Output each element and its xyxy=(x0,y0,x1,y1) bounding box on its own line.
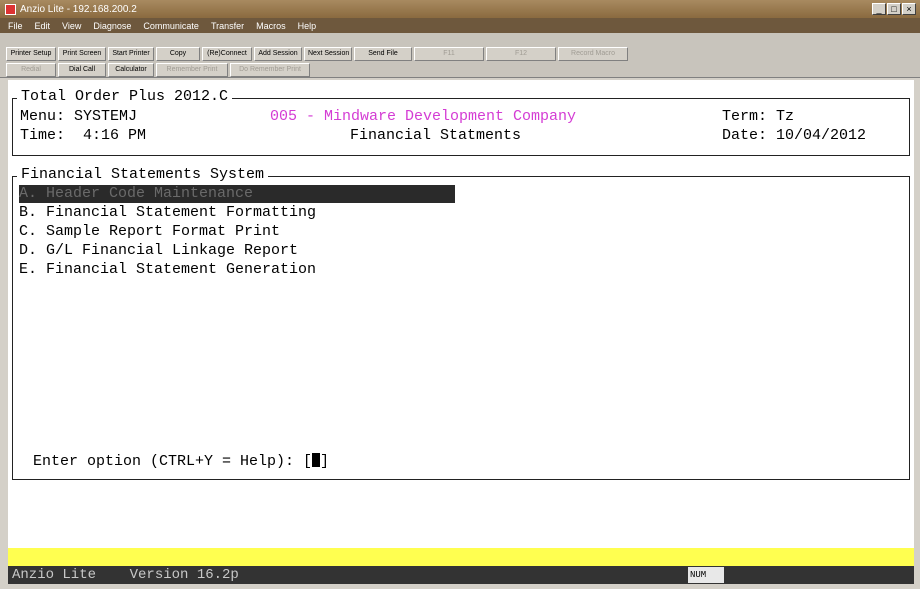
header-title: Total Order Plus 2012.C xyxy=(17,88,233,105)
menu-code: Menu: SYSTEMJ xyxy=(20,108,138,125)
menu-diagnose[interactable]: Diagnose xyxy=(93,21,131,31)
time-display: Time: 4:16 PM xyxy=(20,127,147,144)
print-screen-button[interactable]: Print Screen xyxy=(58,47,106,61)
record-macro-button[interactable]: Record Macro xyxy=(558,47,628,61)
menu-title: Financial Statements System xyxy=(17,166,269,183)
menu-option-c[interactable]: C. Sample Report Format Print xyxy=(19,223,280,241)
prompt-label: Enter option (CTRL+Y = Help): [ xyxy=(33,453,313,470)
dial-call-button[interactable]: Dial Call xyxy=(58,63,106,77)
text-cursor xyxy=(312,453,321,467)
screen-name: Financial Statments xyxy=(350,127,522,144)
menu-bar: File Edit View Diagnose Communicate Tran… xyxy=(0,18,920,33)
menu-box: Financial Statements System A. Header Co… xyxy=(12,166,910,480)
menu-option-a[interactable]: A. Header Code Maintenance xyxy=(19,185,455,203)
num-lock-indicator: NUM xyxy=(688,567,724,583)
reconnect-button[interactable]: (Re)Connect xyxy=(202,47,252,61)
terminal-id: Term: Tz xyxy=(722,108,795,125)
maximize-button[interactable]: □ xyxy=(887,3,901,15)
prompt-end: ] xyxy=(320,453,330,470)
menu-option-b[interactable]: B. Financial Statement Formatting xyxy=(19,204,316,222)
title-bar: Anzio Lite - 192.168.200.2 _ □ × xyxy=(0,0,920,18)
remember-print-button[interactable]: Remember Print xyxy=(156,63,228,77)
redial-button[interactable]: Redial xyxy=(6,63,56,77)
next-session-button[interactable]: Next Session xyxy=(304,47,352,61)
message-line xyxy=(8,548,914,566)
option-prompt[interactable]: Enter option (CTRL+Y = Help): [] xyxy=(33,453,329,471)
calculator-button[interactable]: Calculator xyxy=(108,63,154,77)
copy-button[interactable]: Copy xyxy=(156,47,200,61)
menu-edit[interactable]: Edit xyxy=(35,21,51,31)
menu-file[interactable]: File xyxy=(8,21,23,31)
menu-view[interactable]: View xyxy=(62,21,81,31)
send-file-button[interactable]: Send File xyxy=(354,47,412,61)
menu-transfer[interactable]: Transfer xyxy=(211,21,244,31)
do-remember-print-button[interactable]: Do Remember Print xyxy=(230,63,310,77)
window-title: Anzio Lite - 192.168.200.2 xyxy=(20,3,137,15)
menu-help[interactable]: Help xyxy=(298,21,317,31)
company-name: 005 - Mindware Development Company xyxy=(270,108,577,125)
date-display: Date: 10/04/2012 xyxy=(722,127,867,144)
printer-setup-button[interactable]: Printer Setup xyxy=(6,47,56,61)
app-icon xyxy=(5,3,16,15)
start-printer-button[interactable]: Start Printer xyxy=(108,47,154,61)
add-session-button[interactable]: Add Session xyxy=(254,47,302,61)
toolbar: Printer Setup Print Screen Start Printer… xyxy=(0,33,920,78)
menu-communicate[interactable]: Communicate xyxy=(143,21,199,31)
app-version: Anzio Lite Version 16.2p xyxy=(12,567,239,583)
f12-button[interactable]: F12 xyxy=(486,47,556,61)
f11-button[interactable]: F11 xyxy=(414,47,484,61)
menu-option-e[interactable]: E. Financial Statement Generation xyxy=(19,261,316,279)
minimize-button[interactable]: _ xyxy=(872,3,886,15)
status-bar: Anzio Lite Version 16.2p NUM xyxy=(8,566,914,584)
terminal-screen[interactable]: Total Order Plus 2012.C Menu: SYSTEMJ 00… xyxy=(8,80,914,548)
menu-macros[interactable]: Macros xyxy=(256,21,286,31)
close-button[interactable]: × xyxy=(902,3,916,15)
menu-option-d[interactable]: D. G/L Financial Linkage Report xyxy=(19,242,298,260)
